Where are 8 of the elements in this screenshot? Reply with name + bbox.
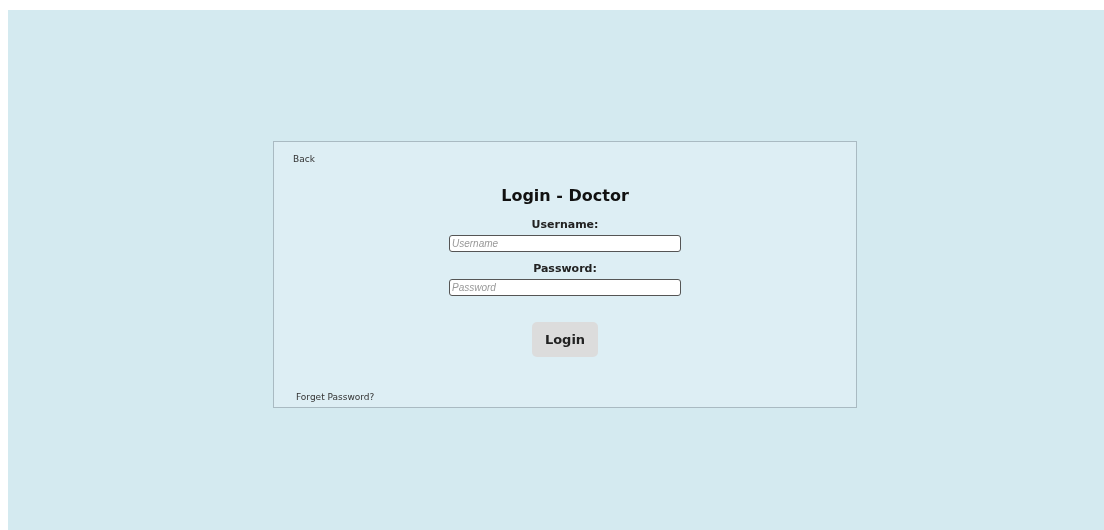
- back-link[interactable]: Back: [293, 154, 315, 164]
- forgot-password-link[interactable]: Forget Password?: [296, 392, 375, 402]
- input-field[interactable]: Username: [449, 235, 681, 252]
- login-button[interactable]: Login: [532, 322, 598, 357]
- field-label: Username:: [531, 218, 599, 232]
- page-title: Login - Doctor: [501, 186, 629, 206]
- field-label: Password:: [533, 262, 597, 276]
- input-field[interactable]: Password: [449, 279, 681, 296]
